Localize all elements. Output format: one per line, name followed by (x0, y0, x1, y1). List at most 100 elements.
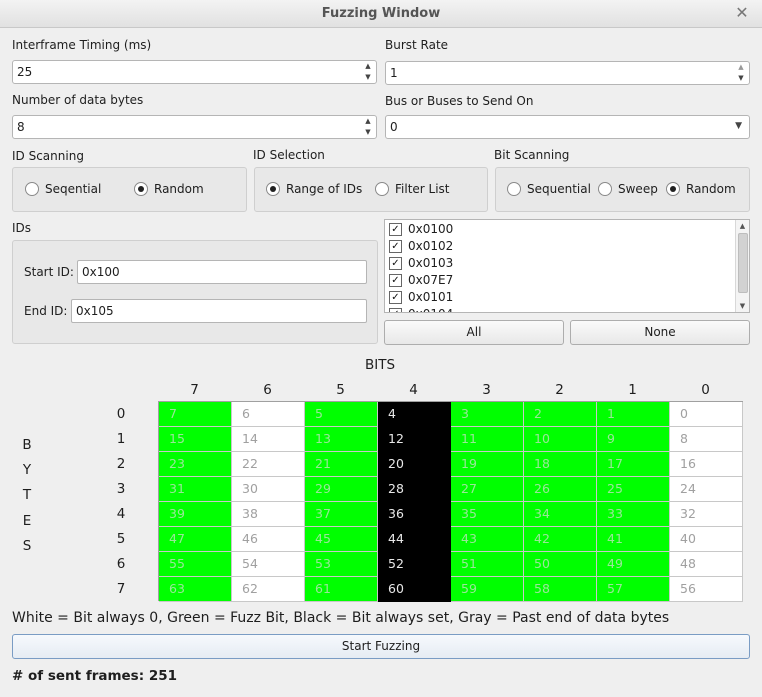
checkbox-checked-icon[interactable]: ✓ (389, 240, 402, 253)
spin-down-icon[interactable]: ▼ (733, 73, 749, 84)
bus-select[interactable]: 0 ▼ (385, 115, 750, 139)
bit-cell[interactable]: 62 (232, 577, 305, 602)
bit-cell[interactable]: 60 (378, 577, 451, 602)
start-id-input[interactable] (78, 261, 366, 283)
bit-cell[interactable]: 49 (597, 552, 670, 577)
start-fuzzing-button[interactable]: Start Fuzzing (12, 634, 750, 659)
bit-cell[interactable]: 31 (159, 477, 232, 502)
bit-cell[interactable]: 36 (378, 502, 451, 527)
scrollbar-thumb[interactable] (738, 233, 748, 293)
interframe-timing-input[interactable] (13, 61, 360, 83)
bit-cell[interactable]: 18 (524, 452, 597, 477)
bit-cell[interactable]: 55 (159, 552, 232, 577)
bit-cell[interactable]: 37 (305, 502, 378, 527)
checkbox-checked-icon[interactable]: ✓ (389, 274, 402, 287)
bit-cell[interactable]: 57 (597, 577, 670, 602)
bit-cell[interactable]: 26 (524, 477, 597, 502)
bit-cell[interactable]: 22 (232, 452, 305, 477)
spin-up-icon[interactable]: ▲ (360, 61, 376, 72)
bit-cell[interactable]: 61 (305, 577, 378, 602)
bit-cell[interactable]: 45 (305, 527, 378, 552)
bit-cell[interactable]: 3 (451, 402, 524, 427)
bit-cell[interactable]: 9 (597, 427, 670, 452)
close-icon[interactable]: ✕ (734, 4, 750, 22)
scroll-down-icon[interactable]: ▼ (736, 300, 749, 312)
spin-down-icon[interactable]: ▼ (360, 72, 376, 83)
bit-cell[interactable]: 28 (378, 477, 451, 502)
id-list-scrollbar[interactable]: ▲ ▼ (735, 220, 749, 312)
spin-up-icon[interactable]: ▲ (733, 62, 749, 73)
interframe-timing-spinbox[interactable]: ▲ ▼ (12, 60, 377, 84)
bit-cell[interactable]: 39 (159, 502, 232, 527)
bit-cell[interactable]: 11 (451, 427, 524, 452)
bit-cell[interactable]: 13 (305, 427, 378, 452)
bit-cell[interactable]: 20 (378, 452, 451, 477)
bit-cell[interactable]: 27 (451, 477, 524, 502)
bit-cell[interactable]: 12 (378, 427, 451, 452)
id-filter-list[interactable]: ✓ 0x0100 ✓ 0x0102 ✓ 0x0103 ✓ 0x07E7 ✓ 0x… (384, 219, 750, 313)
bytes-letter: T (22, 487, 32, 503)
checkbox-checked-icon[interactable]: ✓ (389, 257, 402, 270)
checkbox-checked-icon[interactable]: ✓ (389, 291, 402, 304)
data-bytes-spinbox[interactable]: ▲ ▼ (12, 115, 377, 139)
burst-rate-spinbox[interactable]: ▲ ▼ (385, 61, 750, 85)
data-bytes-input[interactable] (13, 116, 360, 138)
bit-cell[interactable]: 56 (670, 577, 743, 602)
bytes-letter: Y (22, 462, 32, 478)
bit-cell[interactable]: 16 (670, 452, 743, 477)
bit-cell[interactable]: 58 (524, 577, 597, 602)
id-selection-group: Range of IDs Filter List (254, 167, 488, 212)
bit-cell[interactable]: 14 (232, 427, 305, 452)
bit-cell[interactable]: 38 (232, 502, 305, 527)
end-id-field[interactable] (71, 299, 367, 323)
bit-cell[interactable]: 4 (378, 402, 451, 427)
burst-rate-input[interactable] (386, 62, 733, 84)
bit-cell[interactable]: 8 (670, 427, 743, 452)
bit-cell[interactable]: 2 (524, 402, 597, 427)
select-none-button[interactable]: None (570, 320, 750, 345)
spin-up-icon[interactable]: ▲ (360, 116, 376, 127)
bit-cell[interactable]: 54 (232, 552, 305, 577)
bit-cell[interactable]: 50 (524, 552, 597, 577)
byte-row-header: 2 (116, 456, 126, 472)
bit-cell[interactable]: 32 (670, 502, 743, 527)
bit-cell[interactable]: 25 (597, 477, 670, 502)
bit-cell[interactable]: 41 (597, 527, 670, 552)
bit-cell[interactable]: 10 (524, 427, 597, 452)
bit-cell[interactable]: 63 (159, 577, 232, 602)
bit-cell[interactable]: 46 (232, 527, 305, 552)
end-id-input[interactable] (72, 300, 366, 322)
bit-cell[interactable]: 34 (524, 502, 597, 527)
scroll-up-icon[interactable]: ▲ (736, 220, 749, 232)
bit-cell[interactable]: 52 (378, 552, 451, 577)
bit-cell[interactable]: 42 (524, 527, 597, 552)
spin-down-icon[interactable]: ▼ (360, 127, 376, 138)
bit-cell[interactable]: 15 (159, 427, 232, 452)
bit-cell[interactable]: 24 (670, 477, 743, 502)
bit-cell[interactable]: 30 (232, 477, 305, 502)
bit-cell[interactable]: 17 (597, 452, 670, 477)
start-id-field[interactable] (77, 260, 367, 284)
bit-cell[interactable]: 5 (305, 402, 378, 427)
bit-cell[interactable]: 35 (451, 502, 524, 527)
bit-cell[interactable]: 23 (159, 452, 232, 477)
select-all-button[interactable]: All (384, 320, 564, 345)
bit-cell[interactable]: 47 (159, 527, 232, 552)
bit-cell[interactable]: 21 (305, 452, 378, 477)
bit-cell[interactable]: 40 (670, 527, 743, 552)
bit-cell[interactable]: 19 (451, 452, 524, 477)
bit-cell[interactable]: 6 (232, 402, 305, 427)
bit-cell[interactable]: 0 (670, 402, 743, 427)
bit-cell[interactable]: 48 (670, 552, 743, 577)
bit-cell[interactable]: 33 (597, 502, 670, 527)
checkbox-checked-icon[interactable]: ✓ (389, 223, 402, 236)
bit-cell[interactable]: 43 (451, 527, 524, 552)
bit-cell[interactable]: 59 (451, 577, 524, 602)
bit-cell[interactable]: 51 (451, 552, 524, 577)
bit-cell[interactable]: 1 (597, 402, 670, 427)
bit-cell[interactable]: 44 (378, 527, 451, 552)
checkbox-checked-icon[interactable]: ✓ (389, 308, 402, 312)
bit-cell[interactable]: 53 (305, 552, 378, 577)
bit-cell[interactable]: 29 (305, 477, 378, 502)
bit-cell[interactable]: 7 (159, 402, 232, 427)
